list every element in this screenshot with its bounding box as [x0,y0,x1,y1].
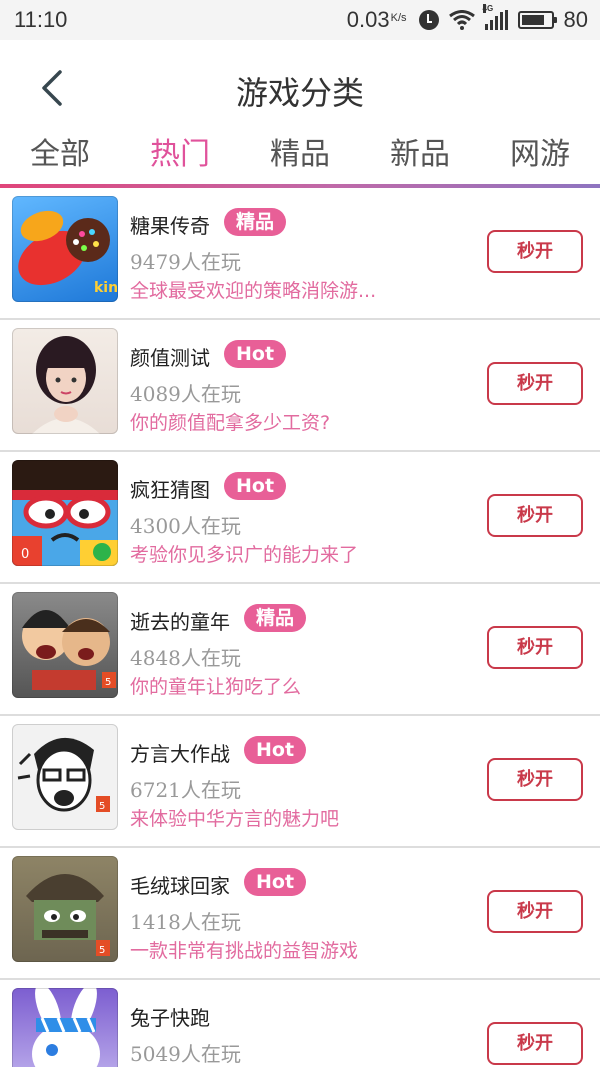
tab-all[interactable]: 全部 [0,135,120,185]
list-item[interactable]: 5 逝去的童年 精品 4848人在玩 你的童年让狗吃了么 秒开 [0,584,600,716]
svg-text:5: 5 [99,801,105,812]
game-name: 颜值测试 [130,346,210,370]
open-button[interactable]: 秒开 [487,758,583,801]
battery-icon [517,11,557,29]
list-item[interactable]: king 糖果传奇 精品 9479人在玩 全球最受欢迎的策略消除游... 秒开 [0,188,600,320]
cartoon-kids-icon: 5 [12,592,118,698]
comic-man-icon: 5 [12,724,118,830]
category-tabs: 全部 热门 精品 新品 网游 [0,135,600,185]
net-speed-value: 0.03 [346,7,390,32]
svg-text:0: 0 [21,547,29,562]
tab-hot[interactable]: 热门 [120,135,240,185]
game-badge: Hot [244,868,307,896]
candy-game-icon: king [12,196,118,302]
tab-new[interactable]: 新品 [360,135,480,185]
player-count: 9479人在玩 [130,250,241,274]
list-item[interactable]: 兔子快跑 5049人在玩 秒开 [0,980,600,1067]
tab-online[interactable]: 网游 [480,135,600,185]
game-badge: 精品 [224,208,287,236]
player-count: 6721人在玩 [130,778,241,802]
list-item[interactable]: 5 方言大作战 Hot 6721人在玩 来体验中华方言的魅力吧 秒开 [0,716,600,848]
game-name: 疯狂猜图 [130,478,210,502]
glasses-face-icon: 0 [12,460,118,566]
net-speed-unit: K/s [390,12,407,24]
open-button[interactable]: 秒开 [487,1022,583,1065]
svg-text:king: king [94,280,118,296]
open-button[interactable]: 秒开 [487,890,583,933]
game-desc: 你的童年让狗吃了么 [130,676,302,698]
player-count: 4848人在玩 [130,646,241,670]
status-time: 11:10 [14,7,68,32]
game-badge: Hot [244,736,307,764]
girl-portrait-icon [12,328,118,434]
open-button[interactable]: 秒开 [487,494,583,537]
furball-icon: 5 [12,856,118,962]
list-item[interactable]: 5 毛绒球回家 Hot 1418人在玩 一款非常有挑战的益智游戏 秒开 [0,848,600,980]
player-count: 5049人在玩 [130,1042,241,1066]
network-type: 4G [482,4,494,13]
open-button[interactable]: 秒开 [487,230,583,273]
svg-text:5: 5 [105,677,111,688]
player-count: 4089人在玩 [130,382,241,406]
game-desc: 一款非常有挑战的益智游戏 [130,940,359,962]
net-speed: 0.03K/s [347,7,409,33]
game-name: 兔子快跑 [130,1006,210,1030]
tab-premium[interactable]: 精品 [240,135,360,185]
game-name: 方言大作战 [130,742,230,766]
game-name: 逝去的童年 [130,610,230,634]
open-button[interactable]: 秒开 [487,362,583,405]
list-item[interactable]: 0 疯狂猜图 Hot 4300人在玩 考验你见多识广的能力来了 秒开 [0,452,600,584]
game-name: 糖果传奇 [130,214,210,238]
player-count: 4300人在玩 [130,514,241,538]
page-title: 游戏分类 [235,74,364,112]
battery-level: 80 [563,7,588,32]
alarm-icon [418,10,439,30]
list-item[interactable]: 颜值测试 Hot 4089人在玩 你的颜值配拿多少工资? 秒开 [0,320,600,452]
status-bar: 11:10 0.03K/s 4G 80 [0,0,600,40]
game-badge: Hot [224,472,287,500]
svg-text:5: 5 [99,945,105,956]
player-count: 1418人在玩 [130,910,241,934]
game-badge: Hot [224,340,287,368]
battery-fill [521,15,544,25]
signal-icon: 4G [482,4,508,30]
game-desc: 考验你见多识广的能力来了 [130,544,359,566]
rabbit-icon [12,988,118,1067]
game-desc: 来体验中华方言的魅力吧 [130,808,340,830]
wifi-icon [448,10,475,30]
app-header: 游戏分类 [0,40,600,135]
open-button[interactable]: 秒开 [487,626,583,669]
game-badge: 精品 [244,604,307,632]
status-indicators: 0.03K/s 4G 80 [347,4,588,33]
game-desc: 全球最受欢迎的策略消除游... [130,280,377,302]
game-name: 毛绒球回家 [130,874,230,898]
game-list: king 糖果传奇 精品 9479人在玩 全球最受欢迎的策略消除游... 秒开 … [0,188,600,1067]
game-desc: 你的颜值配拿多少工资? [130,412,331,434]
